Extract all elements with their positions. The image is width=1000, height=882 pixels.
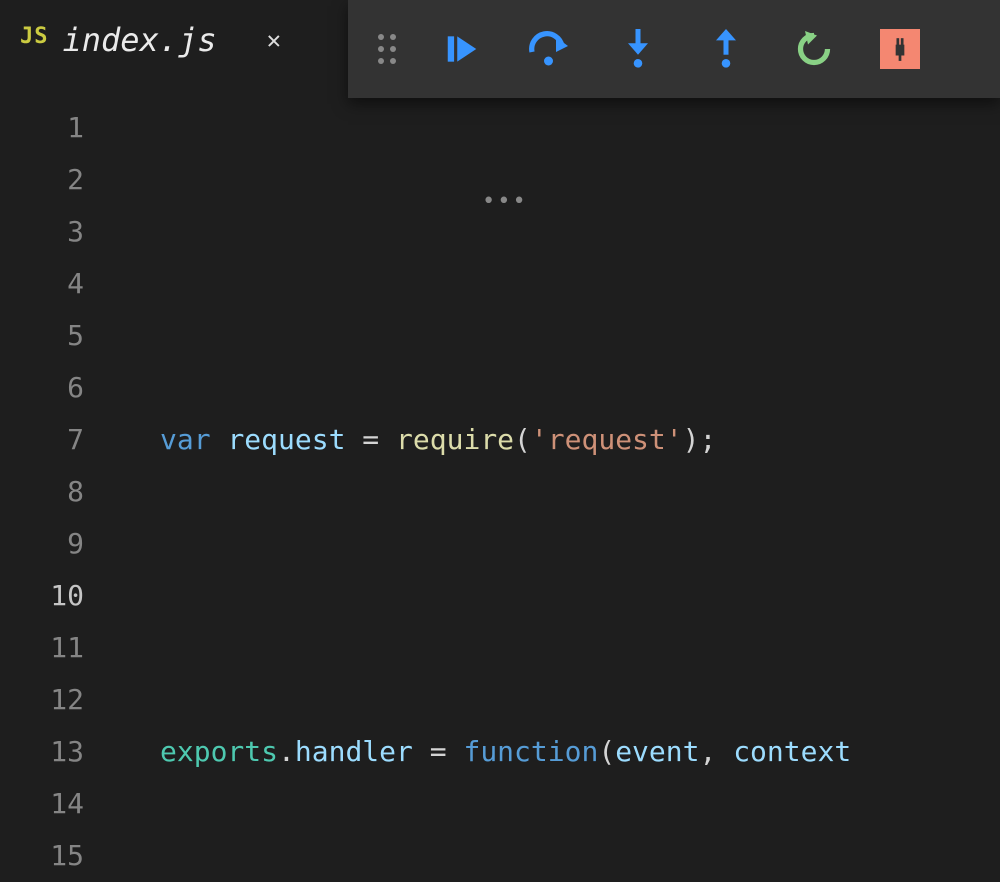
step-into-button[interactable] (616, 27, 660, 71)
plug-icon (887, 36, 913, 62)
line-number: 10 (0, 570, 84, 622)
line-number: 1 (0, 102, 84, 154)
continue-icon (443, 30, 481, 68)
restart-button[interactable] (792, 27, 836, 71)
code-editor[interactable]: 1 2 3 4 5 6 7 8 9 10 11 12 13 14 15 ••• … (0, 80, 1000, 882)
step-into-icon (623, 29, 653, 69)
code-line: var request = require('request'); (112, 414, 1000, 466)
step-out-icon (711, 29, 741, 69)
line-number: 8 (0, 466, 84, 518)
line-gutter: 1 2 3 4 5 6 7 8 9 10 11 12 13 14 15 (0, 80, 112, 882)
code-content[interactable]: ••• var request = require('request'); ex… (112, 80, 1000, 882)
line-number: 15 (0, 830, 84, 882)
line-number: 3 (0, 206, 84, 258)
restart-icon (793, 28, 835, 70)
disconnect-button[interactable] (880, 29, 920, 69)
editor-tab[interactable]: JS index.js ✕ (0, 0, 301, 80)
ellipsis-hint: ••• (482, 176, 528, 228)
line-number: 2 (0, 154, 84, 206)
close-icon[interactable]: ✕ (267, 26, 281, 54)
tab-filename: index.js (63, 21, 217, 59)
line-number: 9 (0, 518, 84, 570)
step-out-button[interactable] (704, 27, 748, 71)
line-number: 5 (0, 310, 84, 362)
line-number: 7 (0, 414, 84, 466)
code-line (112, 570, 1000, 622)
step-over-icon (529, 30, 571, 68)
step-over-button[interactable] (528, 27, 572, 71)
code-line (112, 258, 1000, 310)
line-number: 6 (0, 362, 84, 414)
continue-button[interactable] (440, 27, 484, 71)
line-number: 14 (0, 778, 84, 830)
line-number: 12 (0, 674, 84, 726)
line-number: 13 (0, 726, 84, 778)
toolbar-grip-icon[interactable] (378, 34, 396, 64)
line-number: 4 (0, 258, 84, 310)
line-number: 11 (0, 622, 84, 674)
language-icon: JS (20, 24, 49, 57)
code-line: exports.handler = function(event, contex… (112, 726, 1000, 778)
